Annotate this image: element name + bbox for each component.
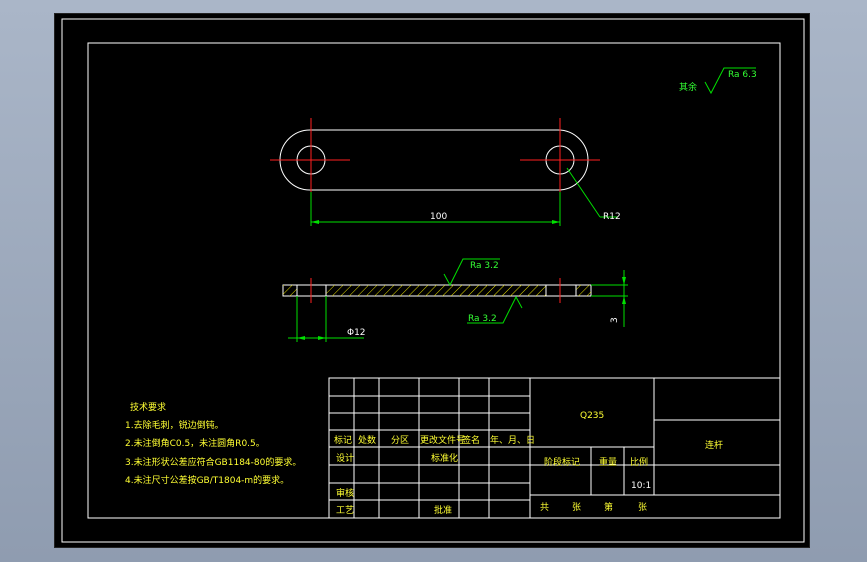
sheets-total-prefix: 共: [540, 502, 549, 513]
rev-header-docno: 更改文件号: [420, 434, 465, 446]
rev-header-date: 年、月、日: [490, 434, 535, 446]
roughness-rest-prefix: 其余: [679, 81, 697, 93]
role-standardize: 标准化: [431, 452, 458, 464]
dim-100-label: 100: [430, 212, 447, 222]
tech-req-item-2: 2.未注倒角C0.5，未注圆角R0.5。: [125, 437, 265, 449]
scale-label: 比例: [630, 456, 648, 468]
hatch-middle: [326, 285, 546, 296]
roughness-rest-note: 其余 Ra 6.3: [679, 67, 757, 95]
scale-value: 10:1: [631, 481, 651, 491]
material-label: Q235: [580, 411, 604, 421]
role-review: 审核: [336, 487, 354, 499]
rev-header-mark: 标记: [334, 434, 352, 446]
role-process: 工艺: [336, 505, 354, 516]
roughness-top-label: Ra 3.2: [470, 261, 499, 271]
drawing-canvas[interactable]: 其余 Ra 6.3 100 R12 Ra 3.2 Ra 3.2 Φ12 3 技术…: [55, 14, 809, 547]
tech-req-item-3: 3.未注形状公差应符合GB1184-80的要求。: [125, 456, 301, 468]
dim-phi12-label: Φ12: [347, 328, 366, 338]
top-view: 100 R12: [270, 118, 621, 226]
arrow-left-icon: [311, 220, 319, 224]
role-design: 设计: [336, 452, 354, 464]
hatch-right: [576, 285, 591, 296]
roughness-rest-value: Ra 6.3: [728, 70, 757, 80]
stage-mark-label: 阶段标记: [544, 456, 580, 468]
side-view: Ra 3.2 Ra 3.2 Φ12 3: [282, 258, 628, 342]
dim-thickness-label: 3: [610, 317, 620, 323]
role-approve: 批准: [434, 504, 452, 516]
thk-arrow-top-icon: [622, 277, 626, 285]
phi-arrow-right-icon: [318, 336, 326, 340]
sheets-total-suffix: 张: [572, 502, 581, 513]
roughness-bottom-label: Ra 3.2: [468, 314, 497, 324]
weight-label: 重量: [599, 456, 617, 468]
thk-arrow-bottom-icon: [622, 296, 626, 304]
tech-req-item-1: 1.去除毛刺，锐边倒钝。: [125, 419, 224, 431]
title-block: Q235 连杆 标记 处数 分区 更改文件号 签名 年、月、日 设计 标准化 审…: [328, 377, 781, 519]
part-name-label: 连杆: [705, 439, 723, 451]
dim-r12-label: R12: [603, 212, 621, 222]
rev-header-sign: 签名: [462, 434, 480, 446]
phi-arrow-left-icon: [297, 336, 305, 340]
rev-header-count: 处数: [358, 434, 376, 446]
tech-req-item-4: 4.未注尺寸公差按GB/T1804-m的要求。: [125, 474, 289, 486]
arrow-right-icon: [552, 220, 560, 224]
sheet-no-suffix: 张: [638, 502, 647, 513]
cad-drawing: 其余 Ra 6.3 100 R12 Ra 3.2 Ra 3.2 Φ12 3 技术…: [61, 18, 805, 543]
hatch-left: [283, 285, 297, 296]
tech-req-title: 技术要求: [130, 401, 166, 413]
rev-header-zone: 分区: [391, 435, 409, 446]
sheet-no-prefix: 第: [604, 501, 613, 513]
tech-requirements: 技术要求 1.去除毛刺，锐边倒钝。 2.未注倒角C0.5，未注圆角R0.5。 3…: [125, 401, 301, 486]
